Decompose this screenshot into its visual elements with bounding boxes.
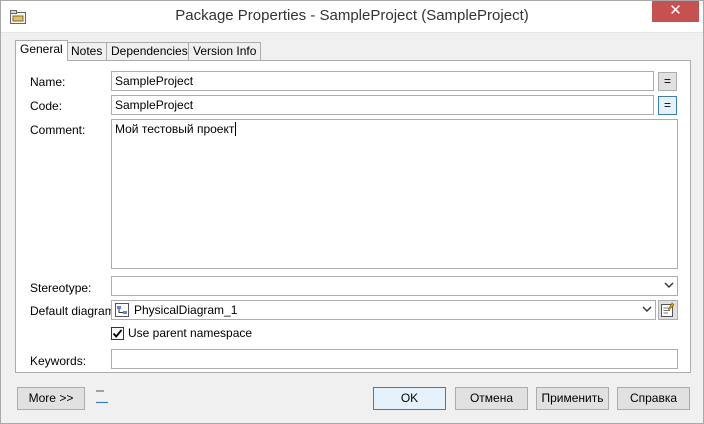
default-diagram-value: PhysicalDiagram_1	[134, 303, 238, 317]
use-parent-namespace-checkbox[interactable]	[111, 327, 124, 340]
title-bar[interactable]: Package Properties - SampleProject (Samp…	[1, 1, 703, 33]
stereotype-label: Stereotype:	[30, 281, 92, 295]
use-parent-namespace-label[interactable]: Use parent namespace	[128, 326, 252, 340]
code-field[interactable]: SampleProject	[111, 95, 654, 115]
default-diagram-combo[interactable]: PhysicalDiagram_1	[111, 300, 656, 320]
tab-notes[interactable]: Notes	[66, 42, 108, 60]
package-properties-dialog: Package Properties - SampleProject (Samp…	[0, 0, 704, 424]
help-button[interactable]: Справка	[617, 387, 690, 410]
window-title: Package Properties - SampleProject (Samp…	[175, 7, 529, 24]
stereotype-combo[interactable]	[111, 276, 678, 296]
name-label: Name:	[30, 75, 66, 89]
close-button[interactable]: ✕	[652, 1, 699, 22]
code-equals-button[interactable]: =	[658, 96, 677, 115]
comment-textarea[interactable]: Мой тестовый проект	[111, 119, 678, 269]
keywords-field[interactable]	[111, 349, 678, 369]
more-button[interactable]: More >>	[17, 387, 85, 410]
apply-button[interactable]: Применить	[536, 387, 609, 410]
note-icon[interactable]	[95, 388, 109, 404]
keywords-label: Keywords:	[30, 354, 87, 368]
general-panel: Name: SampleProject = Code: SampleProjec…	[15, 60, 691, 373]
code-label: Code:	[30, 99, 63, 113]
cancel-button[interactable]: Отмена	[455, 387, 528, 410]
chevron-down-icon[interactable]	[664, 280, 674, 290]
default-diagram-label: Default diagram:	[30, 304, 119, 318]
name-field[interactable]: SampleProject	[111, 71, 654, 91]
tab-general[interactable]: General	[15, 40, 68, 61]
chevron-down-icon[interactable]	[642, 304, 652, 314]
tab-dependencies[interactable]: Dependencies	[106, 42, 193, 60]
text-cursor	[235, 122, 237, 136]
tab-version-info[interactable]: Version Info	[188, 42, 262, 60]
comment-label: Comment:	[30, 123, 86, 137]
ok-button[interactable]: OK	[373, 387, 446, 410]
checkmark-icon	[112, 329, 123, 338]
comment-text: Мой тестовый проект	[115, 122, 235, 136]
properties-icon[interactable]	[658, 300, 678, 320]
physical-diagram-icon	[115, 303, 129, 317]
name-equals-button[interactable]: =	[658, 72, 677, 91]
